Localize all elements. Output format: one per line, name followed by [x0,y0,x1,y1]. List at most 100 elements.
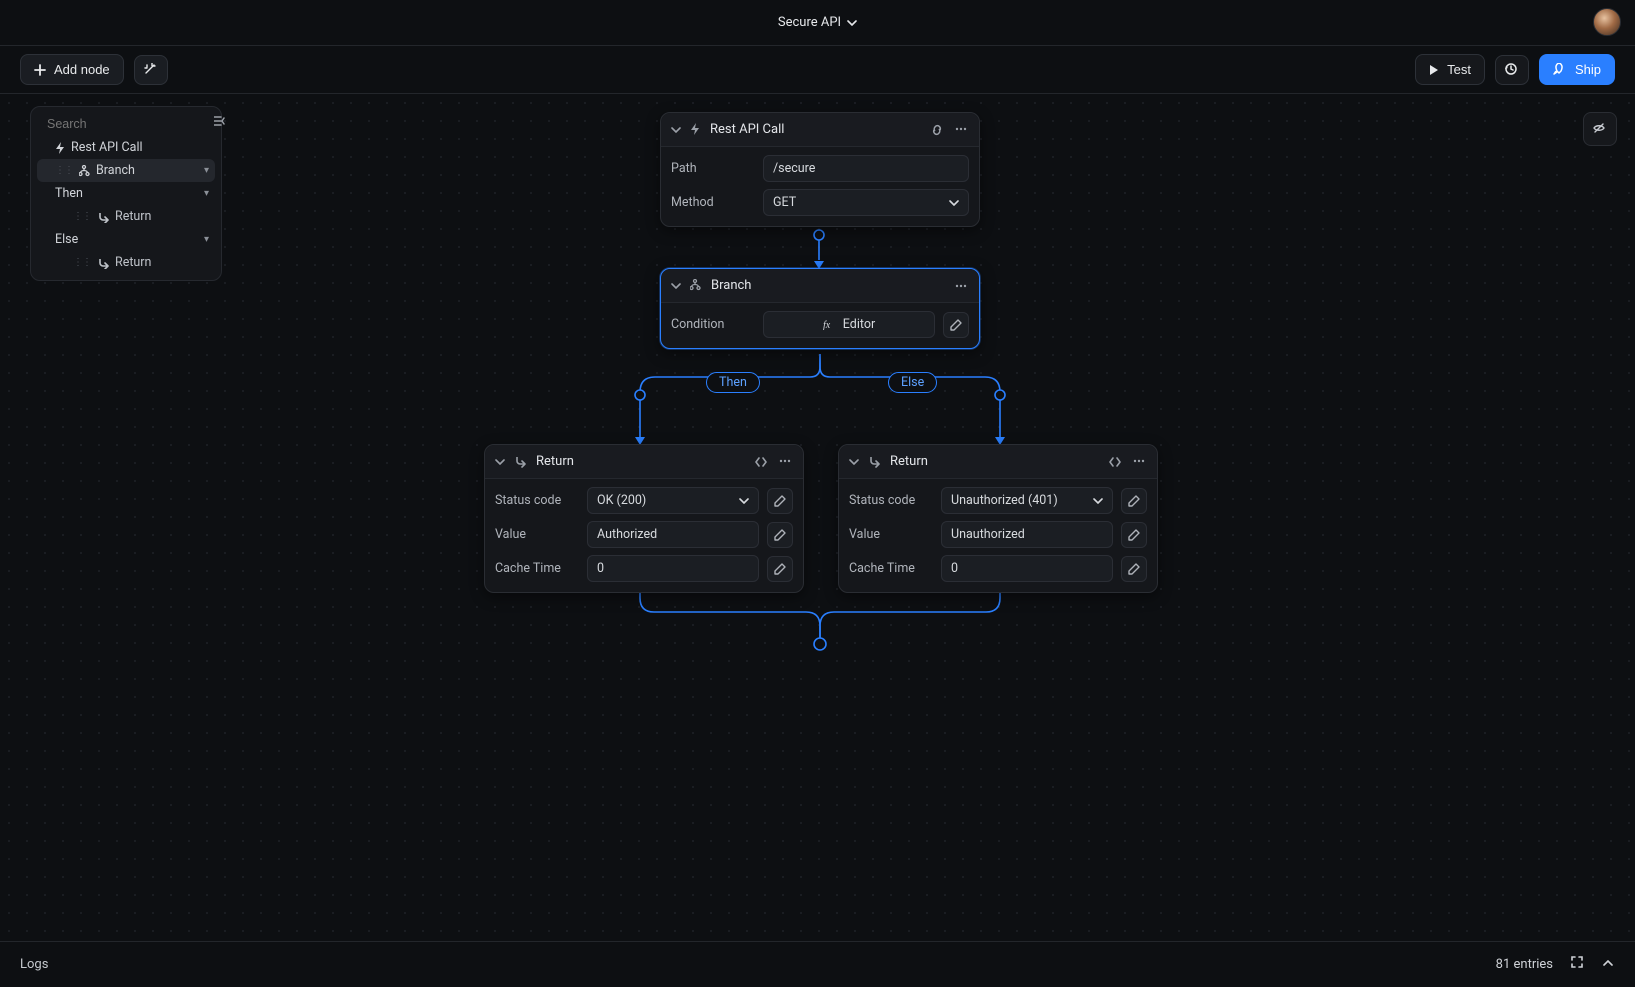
field-status: Status code OK (200) [495,487,793,514]
tree-search-row [37,113,215,136]
pencil-icon [1128,529,1140,541]
return-icon [514,455,527,468]
toolbar: Add node Test Ship [0,46,1635,94]
more-icon[interactable] [1133,456,1147,466]
workflow-title-dropdown[interactable]: Secure API [778,15,857,30]
node-branch[interactable]: Branch Condition Editor [660,268,980,349]
code-icon[interactable] [1109,456,1123,468]
toggle-visibility-button[interactable] [1583,112,1617,146]
cache-input[interactable]: 0 [941,555,1113,582]
pencil-icon [774,563,786,575]
node-rest-api[interactable]: Rest API Call Path /secure Method GET [660,112,980,227]
expand-logs-button[interactable] [1571,956,1585,974]
chevron-down-icon[interactable] [495,459,505,465]
status-select[interactable]: OK (200) [587,487,759,514]
magic-wand-button[interactable] [134,55,168,85]
field-label: Status code [495,493,579,508]
node-return-then[interactable]: Return Status code OK (200) Value Author… [484,444,804,593]
pencil-icon [1128,563,1140,575]
link-icon[interactable] [931,124,945,136]
ship-label: Ship [1575,62,1601,77]
edit-button[interactable] [767,488,793,514]
field-cache: Cache Time 0 [849,555,1147,582]
node-header[interactable]: Rest API Call [661,113,979,147]
chevron-down-icon[interactable] [849,459,859,465]
more-icon[interactable] [955,281,969,291]
field-status: Status code Unauthorized (401) [849,487,1147,514]
tree-item-return-else[interactable]: ⋮⋮ Return [37,251,215,274]
pencil-icon [774,529,786,541]
branch-label-else: Else [888,372,937,393]
canvas[interactable]: Rest API Call ⋮⋮ Branch ▾ Then ▾ ⋮⋮ Retu… [0,94,1635,941]
drag-handle-icon[interactable]: ⋮⋮ [73,257,91,268]
tree-item-label: Branch [96,163,135,178]
return-icon [97,257,109,269]
node-title: Branch [711,278,751,293]
node-title: Return [890,454,928,469]
more-icon[interactable] [955,124,969,134]
edit-button[interactable] [943,312,969,338]
collapse-tree-button[interactable] [214,116,226,131]
tree-item-rest-api[interactable]: Rest API Call [37,136,215,159]
value-input[interactable]: Unauthorized [941,521,1113,548]
add-node-button[interactable]: Add node [20,54,124,85]
chevron-down-icon: ▾ [204,234,209,245]
return-icon [868,455,881,468]
connector-join [620,588,1020,653]
path-input[interactable]: /secure [763,155,969,182]
method-select[interactable]: GET [763,189,969,216]
ship-button[interactable]: Ship [1539,54,1615,85]
avatar[interactable] [1593,8,1621,36]
toggle-logs-button[interactable] [1603,957,1615,972]
tree-item-then[interactable]: Then ▾ [37,182,215,205]
cache-input[interactable]: 0 [587,555,759,582]
more-icon[interactable] [779,456,793,466]
pencil-icon [950,319,962,331]
code-icon[interactable] [755,456,769,468]
edit-button[interactable] [1121,522,1147,548]
edit-button[interactable] [767,522,793,548]
test-button[interactable]: Test [1415,54,1485,85]
field-label: Value [849,527,933,542]
pencil-icon [774,495,786,507]
chevron-down-icon: ▾ [204,165,209,176]
chevron-down-icon [1093,498,1103,504]
chevron-down-icon [739,498,749,504]
field-label: Cache Time [495,561,579,576]
chevron-down-icon[interactable] [671,127,681,133]
history-button[interactable] [1495,55,1529,85]
collapse-icon [214,116,226,127]
node-header[interactable]: Return [839,445,1157,479]
value-input[interactable]: Authorized [587,521,759,548]
node-body: Status code Unauthorized (401) Value Una… [839,479,1157,592]
play-icon [1429,65,1439,75]
tree-item-return-then[interactable]: ⋮⋮ Return [37,205,215,228]
drag-handle-icon[interactable]: ⋮⋮ [55,165,73,176]
node-header[interactable]: Branch [661,269,979,303]
node-body: Path /secure Method GET [661,147,979,226]
drag-handle-icon[interactable]: ⋮⋮ [73,211,91,222]
condition-editor-button[interactable]: Editor [763,311,935,338]
tree-item-branch[interactable]: ⋮⋮ Branch ▾ [37,159,215,182]
tree-item-label: Rest API Call [71,140,143,155]
tree-item-label: Return [115,255,151,270]
workflow-title: Secure API [778,15,841,30]
field-value: Value Authorized [495,521,793,548]
edit-button[interactable] [767,556,793,582]
tree-item-else[interactable]: Else ▾ [37,228,215,251]
search-input[interactable] [47,117,208,131]
history-icon [1505,63,1519,77]
node-return-else[interactable]: Return Status code Unauthorized (401) Va… [838,444,1158,593]
edit-button[interactable] [1121,488,1147,514]
node-body: Condition Editor [661,303,979,348]
test-label: Test [1447,62,1471,77]
tree-panel: Rest API Call ⋮⋮ Branch ▾ Then ▾ ⋮⋮ Retu… [30,106,222,281]
chevron-down-icon[interactable] [671,283,681,289]
node-header[interactable]: Return [485,445,803,479]
status-select[interactable]: Unauthorized (401) [941,487,1113,514]
node-title: Return [536,454,574,469]
fx-icon [823,319,837,330]
edit-button[interactable] [1121,556,1147,582]
rocket-icon [1553,63,1567,77]
field-method: Method GET [671,189,969,216]
